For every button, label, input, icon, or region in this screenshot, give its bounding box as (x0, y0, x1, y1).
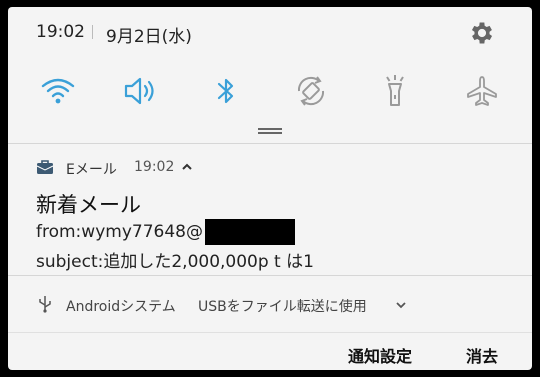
notification-from: from:wymy77648@ (36, 222, 203, 242)
chevron-down-icon[interactable] (394, 297, 408, 311)
date: 9月2日(水) (106, 27, 192, 47)
notification-app-name: Eメール (66, 162, 117, 178)
system-notification[interactable]: Androidシステム USBをファイル転送に使用 (8, 276, 532, 332)
clear-button[interactable]: 消去 (466, 343, 498, 367)
wifi-icon[interactable] (36, 69, 80, 113)
usb-icon (38, 295, 52, 313)
system-app-name: Androidシステム (66, 299, 176, 315)
sound-icon[interactable] (119, 69, 163, 113)
notification-subject: subject:追加した2,000,000p t は1 (36, 252, 314, 272)
gear-icon[interactable] (468, 19, 496, 47)
flashlight-icon[interactable] (373, 69, 417, 113)
notification-time: 19:02 (134, 159, 175, 175)
clock: 19:02 (36, 22, 85, 42)
bluetooth-icon[interactable] (204, 69, 248, 113)
airplane-icon[interactable] (460, 69, 504, 113)
system-notification-text: USBをファイル転送に使用 (198, 299, 367, 315)
separator (92, 25, 93, 39)
chevron-up-icon[interactable] (180, 159, 194, 173)
email-notification[interactable]: Eメール 19:02 新着メール from:wymy77648@ subject… (8, 143, 532, 275)
redaction-box (205, 219, 295, 245)
email-app-icon (36, 159, 54, 175)
auto-rotate-icon[interactable] (289, 69, 333, 113)
notification-panel: 19:02 9月2日(水) Eメール 19:02 新着メール from:wymy… (8, 7, 532, 370)
quick-settings-row (8, 69, 532, 113)
drag-handle[interactable] (258, 128, 282, 134)
notification-settings-button[interactable]: 通知設定 (348, 343, 412, 367)
status-header: 19:02 9月2日(水) (8, 7, 532, 57)
notification-title: 新着メール (36, 193, 141, 217)
notification-actions: 通知設定 消去 (8, 333, 532, 370)
